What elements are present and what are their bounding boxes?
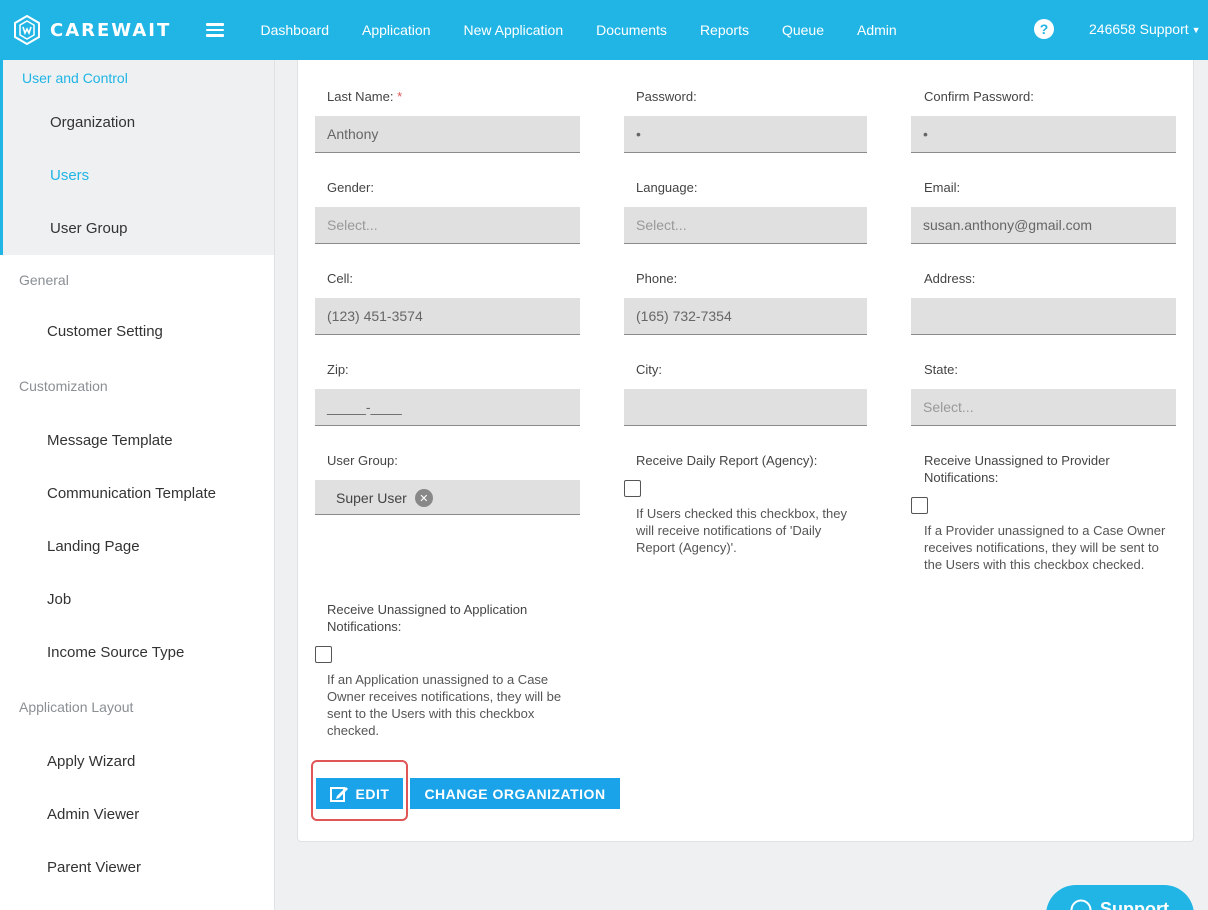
nav-documents[interactable]: Documents	[580, 22, 684, 38]
main-nav: Dashboard Application New Application Do…	[244, 22, 913, 38]
user-group-chip: Super User ✕	[336, 489, 433, 507]
zip-input[interactable]: _____-____	[315, 389, 580, 426]
state-select[interactable]: Select...	[911, 389, 1176, 426]
daily-report-help: If Users checked this checkbox, they wil…	[636, 506, 847, 555]
edit-button[interactable]: EDIT	[316, 778, 403, 809]
logo-text: CAREWAIT	[50, 19, 172, 41]
user-menu[interactable]: 246658 Support ▼	[1089, 21, 1201, 37]
sidebar-item-apply-wizard[interactable]: Apply Wizard	[0, 735, 274, 788]
unassigned-provider-label: Receive Unassigned to Provider Notificat…	[924, 453, 1110, 485]
nav-application[interactable]: Application	[346, 22, 448, 38]
sidebar-item-communication-template[interactable]: Communication Template	[0, 467, 274, 520]
sidebar-item-parent-viewer[interactable]: Parent Viewer	[0, 841, 274, 894]
menu-icon[interactable]	[206, 20, 224, 40]
user-group-chip-label: Super User	[336, 490, 407, 506]
sidebar-item-organization[interactable]: Organization	[3, 96, 274, 149]
sidebar-item-job[interactable]: Job	[0, 573, 274, 626]
required-mark: *	[397, 89, 403, 104]
address-label: Address:	[924, 271, 976, 286]
support-button[interactable]: Support	[1046, 885, 1194, 910]
sidebar-heading-customization: Customization	[19, 378, 108, 394]
unassigned-application-help: If an Application unassigned to a Case O…	[327, 672, 562, 738]
sidebar: User and Control Organization Users User…	[0, 60, 275, 910]
address-input[interactable]	[911, 298, 1176, 335]
sidebar-section-user-and-control: User and Control Organization Users User…	[0, 60, 274, 255]
user-group-label: User Group:	[327, 453, 398, 468]
top-navbar: CAREWAIT Dashboard Application New Appli…	[0, 0, 1208, 60]
nav-reports[interactable]: Reports	[683, 22, 765, 38]
city-input[interactable]	[624, 389, 867, 426]
password-label: Password:	[636, 89, 697, 104]
nav-queue[interactable]: Queue	[765, 22, 840, 38]
city-label: City:	[636, 362, 662, 377]
remove-chip-icon[interactable]: ✕	[414, 489, 433, 507]
nav-admin[interactable]: Admin	[841, 22, 914, 38]
language-select[interactable]: Select...	[624, 207, 867, 244]
unassigned-application-label: Receive Unassigned to Application Notifi…	[327, 602, 528, 634]
zip-label: Zip:	[327, 362, 349, 377]
nav-dashboard[interactable]: Dashboard	[244, 22, 346, 38]
state-label: State:	[924, 362, 958, 377]
sidebar-heading-general: General	[19, 272, 69, 288]
unassigned-provider-help: If a Provider unassigned to a Case Owner…	[924, 523, 1166, 572]
phone-input[interactable]: (165) 732-7354	[624, 298, 867, 335]
nav-new-application[interactable]: New Application	[447, 22, 580, 38]
sidebar-heading-user-and-control: User and Control	[22, 70, 128, 86]
unassigned-provider-checkbox[interactable]	[911, 497, 928, 514]
language-label: Language:	[636, 180, 698, 195]
daily-report-checkbox[interactable]	[624, 480, 641, 497]
last-name-input[interactable]: Anthony	[315, 116, 580, 153]
sidebar-item-landing-page[interactable]: Landing Page	[0, 520, 274, 573]
logo[interactable]: CAREWAIT	[12, 15, 192, 45]
help-icon[interactable]: ?	[1034, 19, 1054, 39]
password-input[interactable]: •	[624, 116, 867, 153]
question-icon	[1070, 899, 1092, 910]
phone-label: Phone:	[636, 271, 678, 286]
sidebar-item-message-template[interactable]: Message Template	[0, 414, 274, 467]
sidebar-item-customer-setting[interactable]: Customer Setting	[0, 305, 274, 358]
support-button-label: Support	[1100, 899, 1169, 910]
sidebar-item-user-group[interactable]: User Group	[3, 202, 274, 255]
sidebar-heading-application-layout: Application Layout	[19, 699, 134, 715]
sidebar-item-income-source-type[interactable]: Income Source Type	[0, 626, 274, 679]
daily-report-label: Receive Daily Report (Agency):	[636, 453, 818, 468]
user-menu-label: 246658 Support	[1089, 21, 1189, 37]
sidebar-item-admin-viewer[interactable]: Admin Viewer	[0, 788, 274, 841]
email-label: Email:	[924, 180, 961, 195]
unassigned-application-checkbox[interactable]	[315, 646, 332, 663]
edit-button-label: EDIT	[355, 785, 390, 802]
gender-label: Gender:	[327, 180, 374, 195]
edit-icon	[329, 786, 348, 802]
carewait-logo-icon	[14, 15, 40, 45]
gender-select[interactable]: Select...	[315, 207, 580, 244]
email-input[interactable]: susan.anthony@gmail.com	[911, 207, 1176, 244]
user-form-card: Last Name: * Anthony Password: • Confirm…	[297, 60, 1194, 842]
confirm-password-input[interactable]: •	[911, 116, 1176, 153]
cell-label: Cell:	[327, 271, 354, 286]
cell-input[interactable]: (123) 451-3574	[315, 298, 580, 335]
sidebar-item-users[interactable]: Users	[3, 149, 274, 202]
confirm-password-label: Confirm Password:	[924, 89, 1034, 104]
change-organization-button[interactable]: CHANGE ORGANIZATION	[410, 778, 620, 809]
last-name-label: Last Name: *	[327, 89, 403, 104]
chevron-down-icon: ▼	[1191, 25, 1201, 35]
